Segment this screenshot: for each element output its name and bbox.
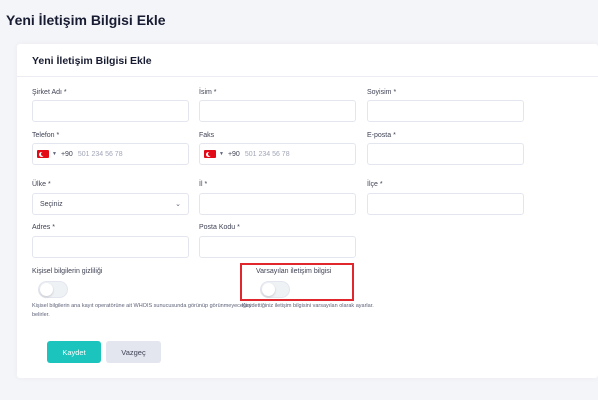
default-contact-help-text: Kaydettiğiniz iletişim bilgisini varsayı… bbox=[242, 303, 374, 309]
fax-dial-code: +90 bbox=[227, 150, 240, 158]
postal-code-input[interactable] bbox=[199, 236, 356, 258]
fax-input[interactable]: ▼ +90 501 234 56 78 bbox=[199, 143, 356, 165]
default-contact-toggle[interactable] bbox=[260, 281, 290, 298]
name-label: İsim * bbox=[199, 89, 217, 96]
surname-input[interactable] bbox=[367, 100, 524, 122]
privacy-label: Kişisel bilgilerin gizliliği bbox=[32, 268, 103, 275]
company-label: Şirket Adı * bbox=[32, 89, 67, 96]
default-contact-label: Varsayılan iletişim bilgisi bbox=[256, 268, 332, 275]
privacy-help-text: Kişisel bilgilerin ana kayıt operatörüne… bbox=[32, 303, 252, 318]
default-contact-toggle-knob bbox=[262, 283, 275, 296]
phone-input[interactable]: ▼ +90 501 234 56 78 bbox=[32, 143, 189, 165]
address-input[interactable] bbox=[32, 236, 189, 258]
address-label: Adres * bbox=[32, 224, 55, 231]
surname-label: Soyisim * bbox=[367, 89, 397, 96]
province-input[interactable] bbox=[199, 193, 356, 215]
district-input[interactable] bbox=[367, 193, 524, 215]
card-header: Yeni İletişim Bilgisi Ekle bbox=[17, 44, 598, 77]
phone-placeholder: 501 234 56 78 bbox=[77, 150, 123, 158]
save-button[interactable]: Kaydet bbox=[47, 341, 101, 363]
privacy-toggle[interactable] bbox=[38, 281, 68, 298]
turkey-flag-icon[interactable] bbox=[37, 150, 49, 158]
phone-label: Telefon * bbox=[32, 132, 60, 139]
country-select-value: Seçiniz bbox=[40, 201, 63, 208]
card-title: Yeni İletişim Bilgisi Ekle bbox=[32, 55, 152, 67]
district-label: İlçe * bbox=[367, 181, 383, 188]
email-label: E-posta * bbox=[367, 132, 396, 139]
country-label: Ülke * bbox=[32, 181, 51, 188]
cancel-button[interactable]: Vazgeç bbox=[106, 341, 161, 363]
name-input[interactable] bbox=[199, 100, 356, 122]
caret-down-icon[interactable]: ▼ bbox=[219, 151, 224, 157]
fax-label: Faks bbox=[199, 132, 215, 139]
contact-form-card: Yeni İletişim Bilgisi Ekle Şirket Adı * … bbox=[0, 0, 598, 400]
turkey-flag-icon[interactable] bbox=[204, 150, 216, 158]
email-input[interactable] bbox=[367, 143, 524, 165]
phone-dial-code: +90 bbox=[60, 150, 73, 158]
fax-placeholder: 501 234 56 78 bbox=[244, 150, 290, 158]
caret-down-icon[interactable]: ▼ bbox=[52, 151, 57, 157]
postal-code-label: Posta Kodu * bbox=[199, 224, 240, 231]
province-label: İl * bbox=[199, 181, 208, 188]
chevron-down-icon: ⌄ bbox=[175, 201, 181, 208]
privacy-toggle-knob bbox=[40, 283, 53, 296]
company-input[interactable] bbox=[32, 100, 189, 122]
country-select[interactable]: Seçiniz ⌄ bbox=[32, 193, 189, 215]
